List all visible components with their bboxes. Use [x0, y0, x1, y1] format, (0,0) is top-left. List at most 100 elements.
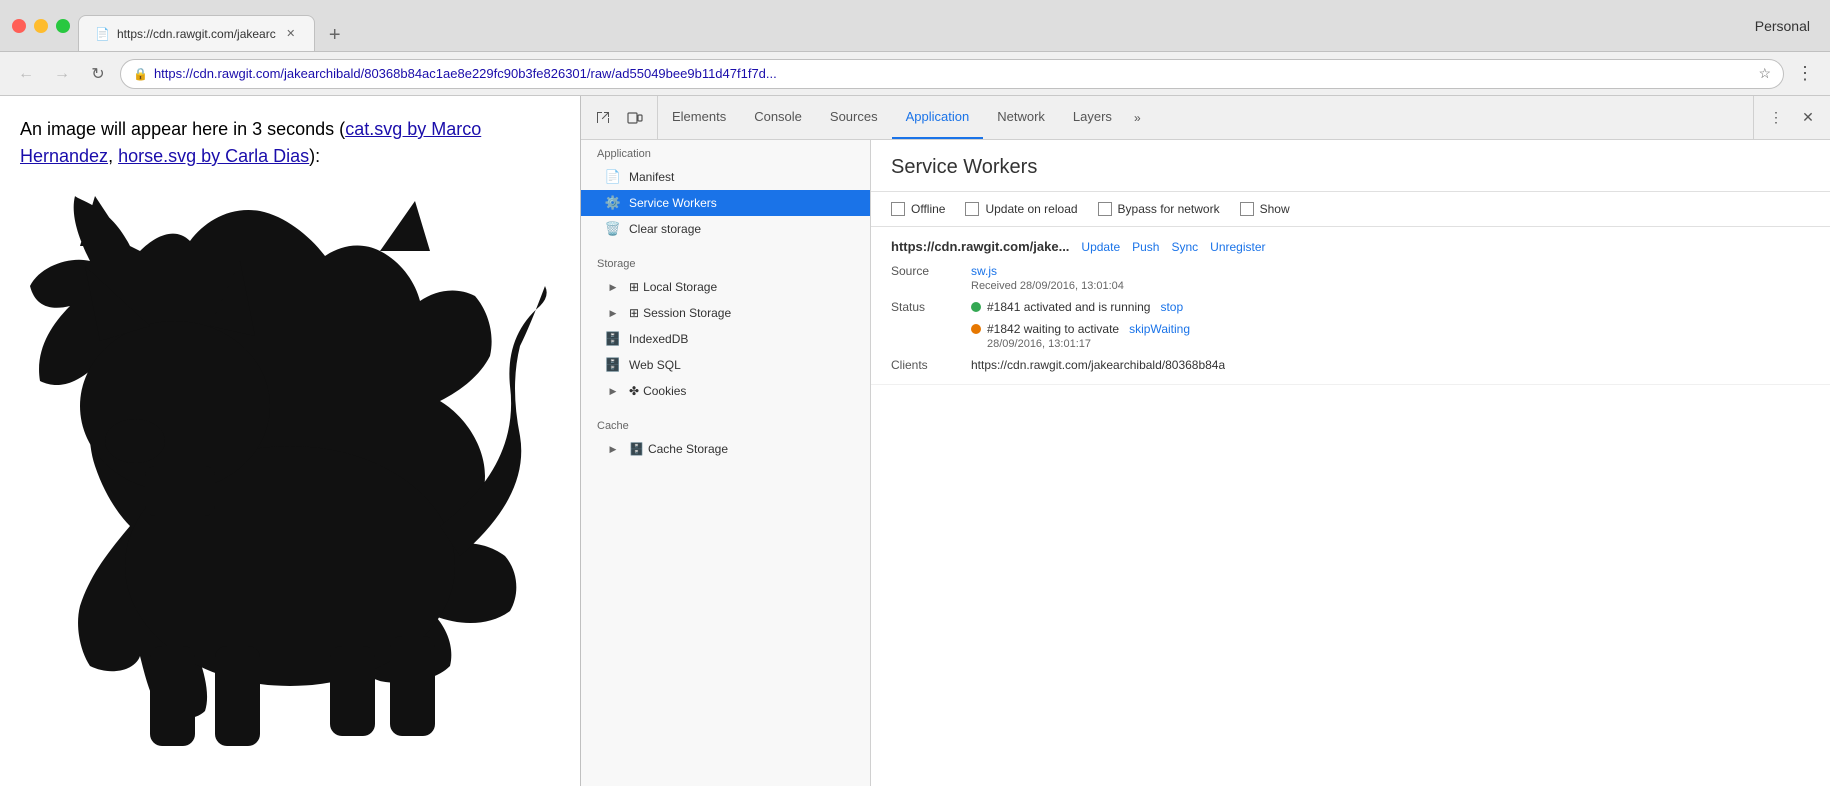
sw-sync-button[interactable]: Sync: [1171, 240, 1198, 254]
sw-update-button[interactable]: Update: [1081, 240, 1120, 254]
service-workers-icon: ⚙️: [605, 195, 621, 211]
sidebar-item-cookies[interactable]: ▶ ✤ Cookies: [581, 378, 870, 404]
sidebar-item-manifest-label: Manifest: [629, 170, 674, 184]
sw-status-row: Status #1841 activated and is running st…: [891, 300, 1810, 350]
bookmark-icon[interactable]: ☆: [1758, 65, 1771, 82]
tab-close-button[interactable]: ✕: [284, 27, 298, 41]
sw-source-file-link[interactable]: sw.js: [971, 264, 997, 278]
sidebar-item-indexeddb-label: IndexedDB: [629, 332, 688, 346]
sw-received-text: Received 28/09/2016, 13:01:04: [971, 280, 1124, 292]
title-bar: 📄 https://cdn.rawgit.com/jakearc ✕ + Per…: [0, 0, 1830, 52]
show-option[interactable]: Show: [1240, 202, 1290, 216]
devtools-tabs: Elements Console Sources Application Net…: [658, 96, 1753, 139]
devtools-icon-bar: [581, 96, 658, 139]
more-tabs-button[interactable]: »: [1126, 96, 1149, 139]
sw-push-button[interactable]: Push: [1132, 240, 1159, 254]
sw-status2-time: 28/09/2016, 13:01:17: [987, 338, 1190, 350]
tab-console[interactable]: Console: [740, 96, 816, 139]
sidebar-item-web-sql[interactable]: 🗄️ Web SQL: [581, 352, 870, 378]
sidebar-section-application: Application: [581, 140, 870, 164]
secure-icon: 🔒: [133, 67, 148, 81]
sidebar-item-cache-storage-label: Cache Storage: [648, 442, 728, 456]
tab-layers[interactable]: Layers: [1059, 96, 1126, 139]
minimize-window-button[interactable]: [34, 19, 48, 33]
device-toolbar-icon[interactable]: [621, 104, 649, 132]
forward-button[interactable]: →: [48, 60, 76, 88]
sw-status1-text: #1841 activated and is running: [987, 300, 1150, 314]
devtools-sidebar: Application 📄 Manifest ⚙️ Service Worker…: [581, 140, 871, 786]
show-checkbox[interactable]: [1240, 202, 1254, 216]
sw-source-label: Source: [891, 264, 971, 278]
sw-status1-row: #1841 activated and is running stop: [971, 300, 1190, 314]
sw-stop-button[interactable]: stop: [1160, 300, 1183, 314]
offline-checkbox[interactable]: [891, 202, 905, 216]
sidebar-item-session-storage[interactable]: ▶ ⊞ Session Storage: [581, 300, 870, 326]
close-window-button[interactable]: [12, 19, 26, 33]
update-on-reload-option[interactable]: Update on reload: [965, 202, 1077, 216]
sidebar-item-service-workers[interactable]: ⚙️ Service Workers: [581, 190, 870, 216]
offline-option[interactable]: Offline: [891, 202, 945, 216]
url-display: https://cdn.rawgit.com/jakearchibald/803…: [154, 66, 1752, 81]
sw-url-line: https://cdn.rawgit.com/jake... Update Pu…: [891, 239, 1810, 254]
sidebar-item-local-storage[interactable]: ▶ ⊞ Local Storage: [581, 274, 870, 300]
devtools-more-button[interactable]: ⋮: [1762, 104, 1790, 132]
bypass-for-network-option[interactable]: Bypass for network: [1098, 202, 1220, 216]
devtools-close-button[interactable]: ✕: [1794, 104, 1822, 132]
sw-skip-waiting-button[interactable]: skipWaiting: [1129, 322, 1190, 336]
tab-sources[interactable]: Sources: [816, 96, 892, 139]
devtools-body: Application 📄 Manifest ⚙️ Service Worker…: [581, 140, 1830, 786]
browser-tab[interactable]: 📄 https://cdn.rawgit.com/jakearc ✕: [78, 15, 315, 51]
browser-menu-button[interactable]: ⋮: [1792, 63, 1818, 84]
sidebar-item-clear-label: Clear storage: [629, 222, 701, 236]
page-text-after: ):: [309, 146, 320, 166]
sw-clients-label: Clients: [891, 358, 971, 372]
local-storage-grid-icon: ⊞: [629, 280, 639, 294]
sidebar-item-session-storage-label: Session Storage: [643, 306, 731, 320]
indexeddb-icon: 🗄️: [605, 331, 621, 347]
session-storage-grid-icon: ⊞: [629, 306, 639, 320]
sw-source-row: Source sw.js Received 28/09/2016, 13:01:…: [891, 264, 1810, 292]
link-separator: ,: [108, 146, 118, 166]
sidebar-section-storage: Storage: [581, 250, 870, 274]
update-on-reload-label: Update on reload: [985, 202, 1077, 216]
update-on-reload-checkbox[interactable]: [965, 202, 979, 216]
cookies-grid-icon: ✤: [629, 384, 639, 398]
reload-button[interactable]: ↻: [84, 60, 112, 88]
manifest-icon: 📄: [605, 169, 621, 185]
page-content: An image will appear here in 3 seconds (…: [0, 96, 580, 786]
horse-svg-link[interactable]: horse.svg by Carla Dias: [118, 146, 309, 166]
inspect-element-icon[interactable]: [589, 104, 617, 132]
tab-title: https://cdn.rawgit.com/jakearc: [117, 27, 276, 41]
page-text-before: An image will appear here in 3 seconds (: [20, 119, 345, 139]
bypass-for-network-checkbox[interactable]: [1098, 202, 1112, 216]
address-input[interactable]: 🔒 https://cdn.rawgit.com/jakearchibald/8…: [120, 59, 1784, 89]
sidebar-item-local-storage-label: Local Storage: [643, 280, 717, 294]
sidebar-item-indexeddb[interactable]: 🗄️ IndexedDB: [581, 326, 870, 352]
sw-unregister-button[interactable]: Unregister: [1210, 240, 1265, 254]
tab-network[interactable]: Network: [983, 96, 1059, 139]
maximize-window-button[interactable]: [56, 19, 70, 33]
devtools-main-panel: Service Workers Offline Update on reload: [871, 140, 1830, 786]
tab-application[interactable]: Application: [892, 96, 984, 139]
cache-storage-db-icon: 🗄️: [629, 442, 644, 456]
offline-label: Offline: [911, 202, 945, 216]
show-label: Show: [1260, 202, 1290, 216]
sidebar-section-cache: Cache: [581, 412, 870, 436]
sidebar-item-cache-storage[interactable]: ▶ 🗄️ Cache Storage: [581, 436, 870, 462]
sw-status-label: Status: [891, 300, 971, 314]
profile-button[interactable]: Personal: [1747, 14, 1818, 38]
devtools-actions: ⋮ ✕: [1753, 96, 1830, 139]
sidebar-item-sw-label: Service Workers: [629, 196, 717, 210]
sidebar-item-manifest[interactable]: 📄 Manifest: [581, 164, 870, 190]
sw-status2-text: #1842 waiting to activate: [987, 322, 1119, 336]
new-tab-button[interactable]: +: [319, 19, 351, 51]
sidebar-item-clear-storage[interactable]: 🗑️ Clear storage: [581, 216, 870, 242]
web-sql-icon: 🗄️: [605, 357, 621, 373]
tab-bar: 📄 https://cdn.rawgit.com/jakearc ✕ +: [78, 0, 1739, 51]
sw-clients-url: https://cdn.rawgit.com/jakearchibald/803…: [971, 358, 1225, 372]
expand-session-storage-icon: ▶: [605, 305, 621, 321]
tab-elements[interactable]: Elements: [658, 96, 740, 139]
sw-status-values: #1841 activated and is running stop #184…: [971, 300, 1190, 350]
back-button[interactable]: ←: [12, 60, 40, 88]
bypass-for-network-label: Bypass for network: [1118, 202, 1220, 216]
